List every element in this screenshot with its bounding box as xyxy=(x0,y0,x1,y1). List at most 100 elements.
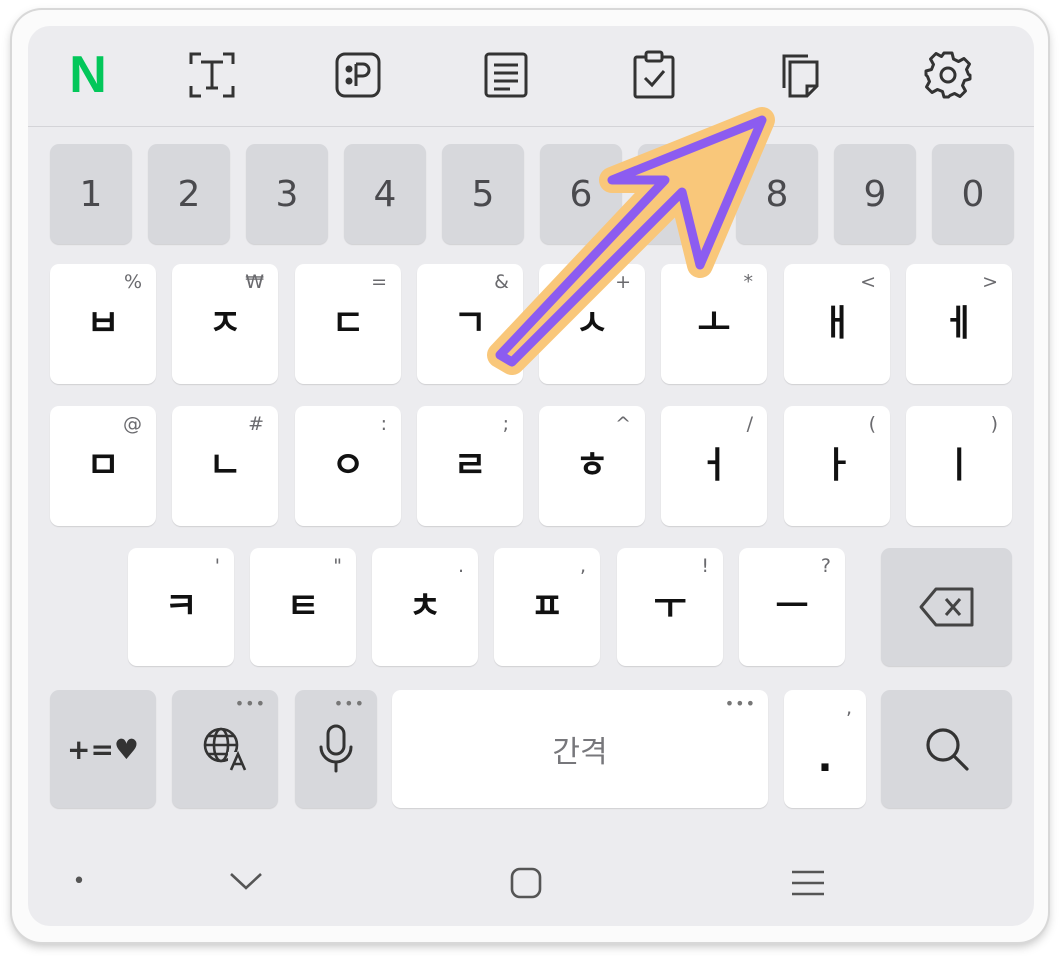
key-label: 4 xyxy=(373,173,397,215)
key-sublabel: & xyxy=(494,271,509,293)
key-label: ㅓ xyxy=(697,445,731,486)
key-digeut[interactable]: = ㄷ xyxy=(295,264,401,384)
key-hieut[interactable]: ^ ㅎ xyxy=(539,406,645,526)
key-sublabel: " xyxy=(333,555,342,577)
key-label: ㅋ xyxy=(164,586,198,627)
settings-button[interactable] xyxy=(916,46,980,104)
copy-pages-button[interactable] xyxy=(768,46,832,104)
key-label: ㅣ xyxy=(942,445,976,486)
key-pieup[interactable]: ,ㅍ xyxy=(494,548,600,666)
key-siot[interactable]: + ㅅ xyxy=(539,264,645,384)
key-e[interactable]: > ㅔ xyxy=(906,264,1012,384)
key-8[interactable]: 8 xyxy=(736,144,818,244)
symbols-label: +=♥ xyxy=(66,732,140,766)
key-sublabel: ! xyxy=(701,555,709,577)
key-9[interactable]: 9 xyxy=(834,144,916,244)
key-ieung[interactable]: :ㅇ xyxy=(295,406,401,526)
key-sublabel: ) xyxy=(990,413,998,435)
naver-logo-button[interactable]: N xyxy=(56,46,120,104)
key-label: 8 xyxy=(765,173,789,215)
key-bieup[interactable]: % ㅂ xyxy=(50,264,156,384)
key-sublabel: , xyxy=(845,697,852,719)
key-u[interactable]: ! ㅜ xyxy=(617,548,723,666)
sticker-button[interactable] xyxy=(326,46,390,104)
key-label: ㄱ xyxy=(453,303,487,344)
key-label: 2 xyxy=(177,173,201,215)
navigation-bar: • xyxy=(28,836,1034,926)
key-label: 9 xyxy=(863,173,887,215)
key-7[interactable]: 7 xyxy=(638,144,720,244)
hide-keyboard-button[interactable] xyxy=(222,861,270,901)
key-0[interactable]: 0 xyxy=(932,144,1014,244)
key-sublabel: ₩ xyxy=(245,271,264,293)
key-label: ㄴ xyxy=(208,445,242,486)
key-sublabel: # xyxy=(248,413,264,435)
key-2[interactable]: 2 xyxy=(148,144,230,244)
key-sublabel: % xyxy=(123,271,142,293)
key-label: . xyxy=(817,735,833,781)
key-chieut[interactable]: .ㅊ xyxy=(372,548,478,666)
key-4[interactable]: 4 xyxy=(344,144,426,244)
key-i[interactable]: ) ㅣ xyxy=(906,406,1012,526)
key-sublabel: @ xyxy=(123,413,142,435)
key-sublabel: ; xyxy=(502,413,509,435)
key-label: ㅁ xyxy=(86,445,120,486)
key-6[interactable]: 6 xyxy=(540,144,622,244)
key-tieut[interactable]: " ㅌ xyxy=(250,548,356,666)
key-label: ㄷ xyxy=(331,303,365,344)
key-sublabel: + xyxy=(615,271,631,293)
home-button[interactable] xyxy=(502,861,550,905)
key-a[interactable]: (ㅏ xyxy=(784,406,890,526)
recent-apps-button[interactable] xyxy=(784,861,832,905)
key-label: ㅜ xyxy=(653,586,687,627)
sticker-icon xyxy=(335,52,381,98)
menu-lines-icon xyxy=(792,870,824,896)
key-kieuk[interactable]: ' ㅋ xyxy=(128,548,234,666)
key-label: 7 xyxy=(667,173,691,215)
key-nieun[interactable]: # ㄴ xyxy=(172,406,278,526)
backspace-icon xyxy=(919,587,973,627)
search-key[interactable] xyxy=(881,690,1012,808)
key-sublabel: : xyxy=(380,413,387,435)
key-5[interactable]: 5 xyxy=(442,144,524,244)
copy-pages-icon xyxy=(782,54,819,98)
home-square-icon xyxy=(510,867,542,899)
key-giyeok[interactable]: & ㄱ xyxy=(417,264,523,384)
key-eo[interactable]: / ㅓ xyxy=(661,406,767,526)
key-label: ㅐ xyxy=(820,303,854,344)
key-mieum[interactable]: @ ㅁ xyxy=(50,406,156,526)
symbols-key[interactable]: +=♥ xyxy=(50,690,156,808)
text-edit-button[interactable] xyxy=(180,46,244,104)
voice-input-key[interactable]: ••• xyxy=(295,690,377,808)
key-o-vowel[interactable]: * ㅗ xyxy=(661,264,767,384)
key-label: ㅡ xyxy=(775,586,809,627)
clipboard-button[interactable] xyxy=(622,46,686,104)
key-sublabel: / xyxy=(746,413,753,435)
key-rieul[interactable]: ; ㄹ xyxy=(417,406,523,526)
more-dots: ••• xyxy=(333,694,365,713)
key-3[interactable]: 3 xyxy=(246,144,328,244)
key-1[interactable]: 1 xyxy=(50,144,132,244)
backspace-key[interactable] xyxy=(881,548,1012,666)
key-sublabel: > xyxy=(982,271,998,293)
key-ae[interactable]: < ㅐ xyxy=(784,264,890,384)
key-label: 5 xyxy=(471,173,495,215)
language-key[interactable]: ••• xyxy=(172,690,278,808)
key-sublabel: < xyxy=(860,271,876,293)
key-label: ㅊ xyxy=(408,586,442,627)
microphone-icon xyxy=(319,724,353,773)
dot-icon: • xyxy=(72,868,86,894)
space-key[interactable]: ••• 간격 xyxy=(392,690,768,808)
key-label: ㅍ xyxy=(530,586,564,627)
memo-button[interactable] xyxy=(474,46,538,104)
key-label: ㅈ xyxy=(208,303,242,344)
key-label: ㅎ xyxy=(575,445,609,486)
key-label: ㅏ xyxy=(820,445,854,486)
key-jieut[interactable]: ₩ ㅈ xyxy=(172,264,278,384)
period-key[interactable]: , . xyxy=(784,690,866,808)
key-eu[interactable]: ? ㅡ xyxy=(739,548,845,666)
key-sublabel: ^ xyxy=(615,413,631,435)
key-label: 0 xyxy=(961,173,985,215)
key-label: ㅗ xyxy=(697,303,731,344)
keyboard-toolbar: N xyxy=(28,26,1034,127)
